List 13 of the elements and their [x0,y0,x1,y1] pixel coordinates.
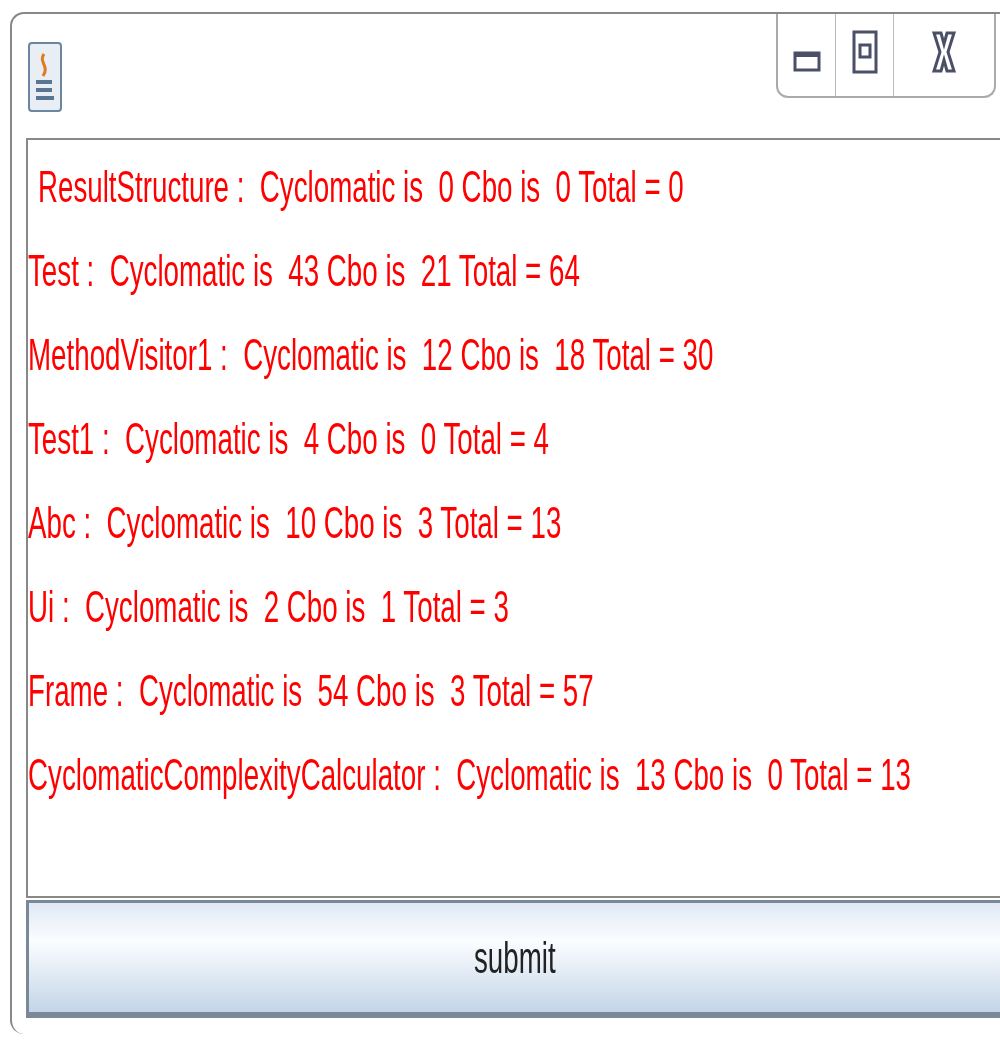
result-text: Ui : Cyclomatic is 2 Cbo is 1 Total = 3 [28,581,509,633]
coffee-cup-icon [28,42,62,112]
result-text: Abc : Cyclomatic is 10 Cbo is 3 Total = 13 [28,497,562,549]
close-icon[interactable] [931,30,957,74]
result-text: Frame : Cyclomatic is 54 Cbo is 3 Total = 57 [28,665,594,717]
submit-button[interactable]: submit [26,900,1000,1018]
result-text: Test1 : Cyclomatic is 4 Cbo is 0 Total = 4 [28,413,549,465]
result-text: CyclomaticComplexityCalculator : Cyclomatic is 13 Cbo is 0 Total = 13 [28,749,911,801]
result-text: Test : Cyclomatic is 43 Cbo is 21 Total = 64 [28,245,580,297]
result-text: MethodVisitor1 : Cyclomatic is 12 Cbo is 18 Total = 30 [28,329,714,381]
result-text: ResultStructure : Cyclomatic is 0 Cbo is 0 Total = 0 [38,161,684,213]
maximize-icon[interactable] [851,30,878,74]
minimize-icon[interactable] [792,49,821,73]
